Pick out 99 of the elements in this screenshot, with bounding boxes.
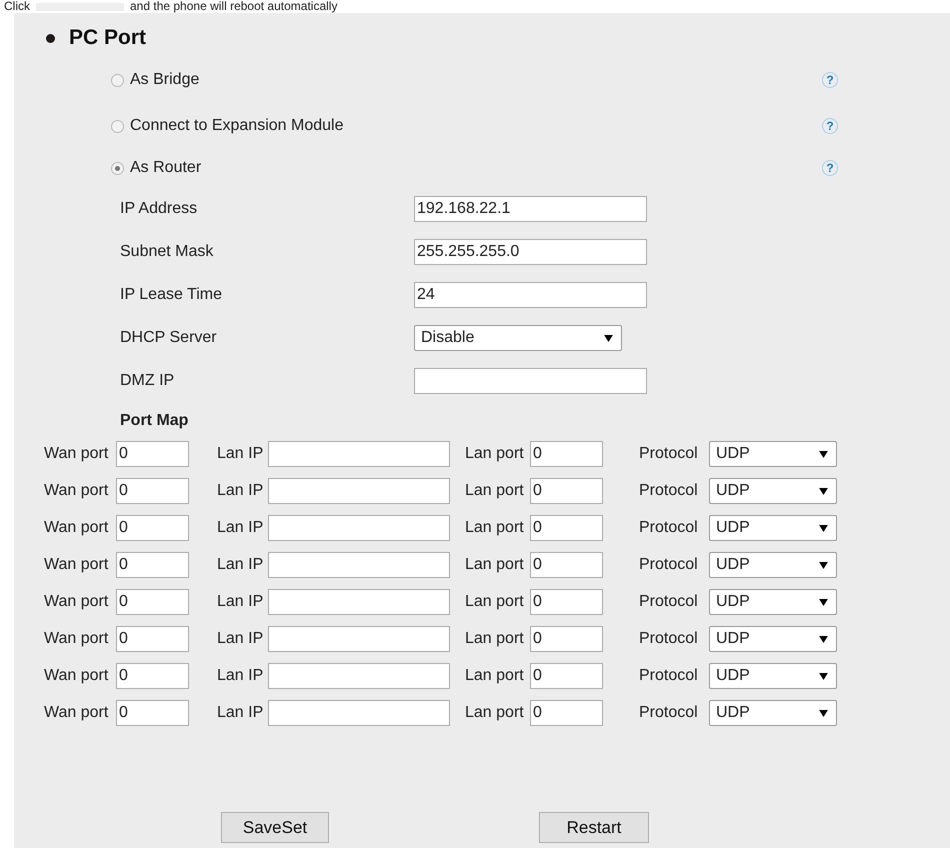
section-title: PC Port — [69, 26, 146, 50]
radio-label: As Router — [130, 159, 202, 177]
input-field[interactable]: 0 — [530, 552, 603, 578]
help-icon[interactable]: ? — [822, 160, 838, 176]
radio-button[interactable] — [111, 120, 124, 132]
dropdown[interactable]: UDP — [709, 441, 837, 467]
dropdown[interactable]: UDP — [709, 589, 837, 615]
field-label: DHCP Server — [120, 329, 218, 347]
caret-icon — [604, 334, 613, 342]
port-map-title: Port Map — [120, 412, 190, 431]
field-label: Lan port — [465, 667, 525, 685]
input-field[interactable]: 0 — [530, 441, 603, 467]
dropdown[interactable]: UDP — [709, 515, 837, 541]
input-field[interactable] — [268, 663, 450, 689]
dropdown[interactable]: UDP — [709, 700, 837, 726]
field-label: Lan port — [465, 630, 525, 648]
field-label: Wan port — [44, 482, 110, 500]
caret-icon — [819, 488, 828, 494]
radio-button[interactable] — [111, 162, 124, 174]
input-field[interactable]: 0 — [116, 515, 189, 541]
field-label: Protocol — [639, 593, 699, 611]
field-label: Protocol — [639, 482, 699, 500]
field-label: Lan IP — [217, 445, 264, 463]
field-label: Wan port — [44, 519, 110, 537]
dropdown[interactable]: UDP — [709, 663, 837, 689]
field-label: IP Lease Time — [120, 286, 223, 304]
field-label: Lan IP — [217, 519, 264, 537]
input-field[interactable]: 0 — [116, 552, 189, 578]
field-label: IP Address — [120, 200, 198, 218]
field-label: Lan IP — [217, 593, 264, 611]
input-field[interactable] — [268, 700, 450, 726]
caret-icon — [819, 672, 828, 680]
input-field[interactable]: 0 — [530, 700, 603, 726]
field-label: Protocol — [639, 445, 699, 463]
field-label: Protocol — [639, 667, 699, 685]
dropdown[interactable]: UDP — [709, 552, 837, 578]
dropdown[interactable]: UDP — [709, 626, 837, 652]
input-field[interactable] — [268, 552, 450, 578]
field-label: Wan port — [44, 593, 110, 611]
field-label: Wan port — [44, 667, 110, 685]
field-label: Wan port — [44, 704, 110, 722]
field-label: Lan IP — [217, 630, 264, 648]
input-field[interactable]: 255.255.255.0 — [414, 239, 647, 265]
input-field[interactable] — [268, 589, 450, 615]
field-label: Lan port — [465, 593, 525, 611]
field-label: Lan IP — [217, 704, 264, 722]
action-button[interactable]: SaveSet — [221, 812, 329, 843]
field-label: Wan port — [44, 445, 110, 463]
help-icon[interactable]: ? — [822, 118, 838, 134]
input-field[interactable] — [268, 441, 450, 467]
input-field[interactable] — [414, 368, 647, 394]
caret-icon — [819, 710, 828, 716]
input-field[interactable]: 0 — [116, 589, 189, 615]
bullet-icon — [46, 34, 55, 42]
caret-icon — [819, 598, 828, 606]
field-label: Lan port — [465, 556, 525, 574]
field-label: DMZ IP — [120, 372, 176, 390]
field-label: Protocol — [639, 519, 699, 537]
radio-label: Connect to Expansion Module — [130, 117, 344, 135]
input-field[interactable]: 0 — [530, 626, 603, 652]
field-label: Lan port — [465, 445, 525, 463]
field-label: Subnet Mask — [120, 243, 214, 261]
input-field[interactable]: 0 — [530, 478, 603, 504]
input-field[interactable] — [268, 478, 450, 504]
input-field[interactable]: 0 — [116, 626, 189, 652]
input-field[interactable]: 0 — [530, 515, 603, 541]
input-field[interactable] — [268, 626, 450, 652]
input-field[interactable] — [268, 515, 450, 541]
action-button[interactable]: Restart — [539, 812, 649, 843]
input-field[interactable]: 192.168.22.1 — [414, 196, 647, 222]
field-label: Protocol — [639, 630, 699, 648]
dropdown[interactable]: Disable — [414, 325, 622, 351]
notice-text: and the phone will reboot automatically — [130, 0, 338, 13]
input-field[interactable]: 0 — [116, 478, 189, 504]
field-label: Lan IP — [217, 667, 264, 685]
caret-icon — [819, 450, 828, 458]
radio-label: As Bridge — [130, 71, 200, 89]
field-label: Lan port — [465, 482, 525, 500]
dropdown[interactable]: UDP — [709, 478, 837, 504]
field-label: Lan port — [465, 704, 525, 722]
radio-button[interactable] — [111, 74, 124, 86]
input-field[interactable]: 0 — [116, 700, 189, 726]
caret-icon — [819, 636, 828, 642]
notice-text: Click — [4, 0, 30, 13]
input-field[interactable]: 24 — [414, 282, 647, 308]
field-label: Lan IP — [217, 556, 264, 574]
help-icon[interactable]: ? — [822, 72, 838, 88]
field-label: Lan port — [465, 519, 525, 537]
field-label: Protocol — [639, 704, 699, 722]
field-label: Protocol — [639, 556, 699, 574]
input-field[interactable]: 0 — [116, 663, 189, 689]
field-label: Wan port — [44, 630, 110, 648]
input-field[interactable]: 0 — [116, 441, 189, 467]
input-field[interactable]: 0 — [530, 663, 603, 689]
field-label: Lan IP — [217, 482, 264, 500]
caret-icon — [819, 562, 828, 568]
caret-icon — [819, 524, 828, 532]
field-label: Wan port — [44, 556, 110, 574]
input-field[interactable]: 0 — [530, 589, 603, 615]
